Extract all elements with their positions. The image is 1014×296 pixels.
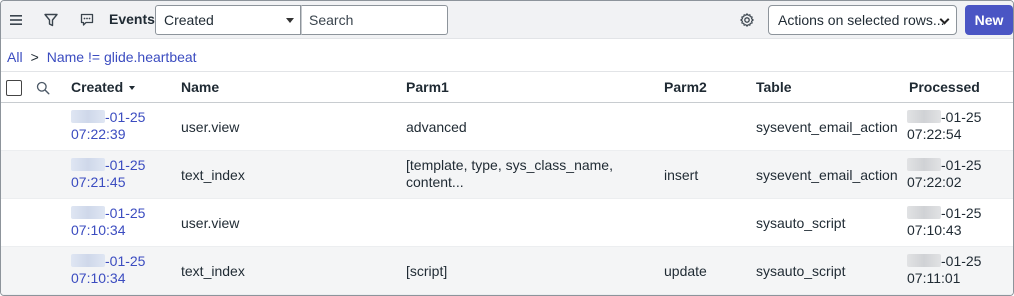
redacted-year — [71, 206, 105, 219]
search-field-select[interactable]: Created — [155, 5, 301, 35]
filter-icon[interactable] — [39, 8, 63, 32]
created-link[interactable]: -01-25 07:10:34 — [71, 253, 145, 287]
name-cell: text_index — [181, 263, 245, 279]
table-cell: sysevent_email_action — [756, 119, 898, 135]
context-menu-icon[interactable] — [75, 8, 99, 32]
breadcrumb-all[interactable]: All — [7, 49, 23, 65]
search-input[interactable] — [301, 5, 448, 35]
redacted-year — [71, 110, 105, 123]
sort-desc-icon — [129, 86, 136, 91]
gear-icon[interactable] — [735, 8, 759, 32]
new-button[interactable]: New — [965, 5, 1013, 35]
table-row: -01-25 07:21:45 text_index [template, typ… — [1, 151, 1013, 199]
breadcrumb-filter[interactable]: Name != glide.heartbeat — [47, 49, 197, 65]
name-cell: user.view — [181, 119, 240, 135]
column-table[interactable]: Table — [756, 79, 792, 95]
breadcrumb: All > Name != glide.heartbeat — [7, 49, 197, 65]
search-icon[interactable] — [31, 76, 55, 100]
table-row: -01-25 07:10:34 text_index [script] updat… — [1, 247, 1013, 295]
breadcrumb-separator: > — [30, 49, 39, 65]
parm1-cell: advanced — [406, 119, 467, 135]
search-field-value: Created — [164, 12, 214, 28]
list-header: Events Created Actions on selected rows.… — [1, 1, 1013, 39]
select-all-checkbox[interactable] — [6, 80, 22, 96]
redacted-year — [907, 110, 941, 123]
list-frame: Events Created Actions on selected rows.… — [0, 0, 1014, 296]
redacted-year — [71, 254, 105, 267]
column-created[interactable]: Created — [71, 79, 136, 95]
table-header: Created Name Parm1 Parm2 Table Processed — [1, 71, 1013, 103]
redacted-year — [907, 254, 941, 267]
column-created-label: Created — [71, 79, 124, 95]
created-link[interactable]: -01-25 07:21:45 — [71, 157, 145, 191]
table-cell: sysevent_email_action — [756, 167, 898, 183]
name-cell: user.view — [181, 215, 240, 231]
parm2-cell: insert — [664, 167, 699, 183]
table-row: -01-25 07:22:39 user.view advanced syseve… — [1, 103, 1013, 151]
processed-cell: -01-25 07:22:02 — [907, 157, 982, 190]
redacted-year — [907, 206, 941, 219]
table-cell: sysauto_script — [756, 263, 846, 279]
caret-down-icon — [286, 18, 294, 23]
processed-cell: -01-25 07:22:54 — [907, 109, 982, 142]
actions-select[interactable]: Actions on selected rows... — [768, 5, 957, 35]
processed-cell: -01-25 07:10:43 — [907, 205, 982, 238]
processed-cell: -01-25 07:11:01 — [907, 253, 982, 286]
parm2-cell: update — [664, 263, 707, 279]
table-cell: sysauto_script — [756, 215, 846, 231]
table-row: -01-25 07:10:34 user.view sysauto_script … — [1, 199, 1013, 247]
created-link[interactable]: -01-25 07:22:39 — [71, 109, 145, 143]
column-name[interactable]: Name — [181, 79, 219, 95]
list-title: Events — [109, 11, 155, 27]
column-parm1[interactable]: Parm1 — [406, 79, 449, 95]
actions-select-value: Actions on selected rows... — [778, 12, 945, 28]
parm1-cell: [template, type, sys_class_name, content.… — [406, 157, 613, 190]
menu-icon[interactable] — [4, 8, 28, 32]
redacted-year — [907, 158, 941, 171]
parm1-cell: [script] — [406, 263, 448, 279]
redacted-year — [71, 158, 105, 171]
column-parm2[interactable]: Parm2 — [664, 79, 707, 95]
column-processed[interactable]: Processed — [909, 79, 980, 95]
created-link[interactable]: -01-25 07:10:34 — [71, 205, 145, 239]
name-cell: text_index — [181, 167, 245, 183]
